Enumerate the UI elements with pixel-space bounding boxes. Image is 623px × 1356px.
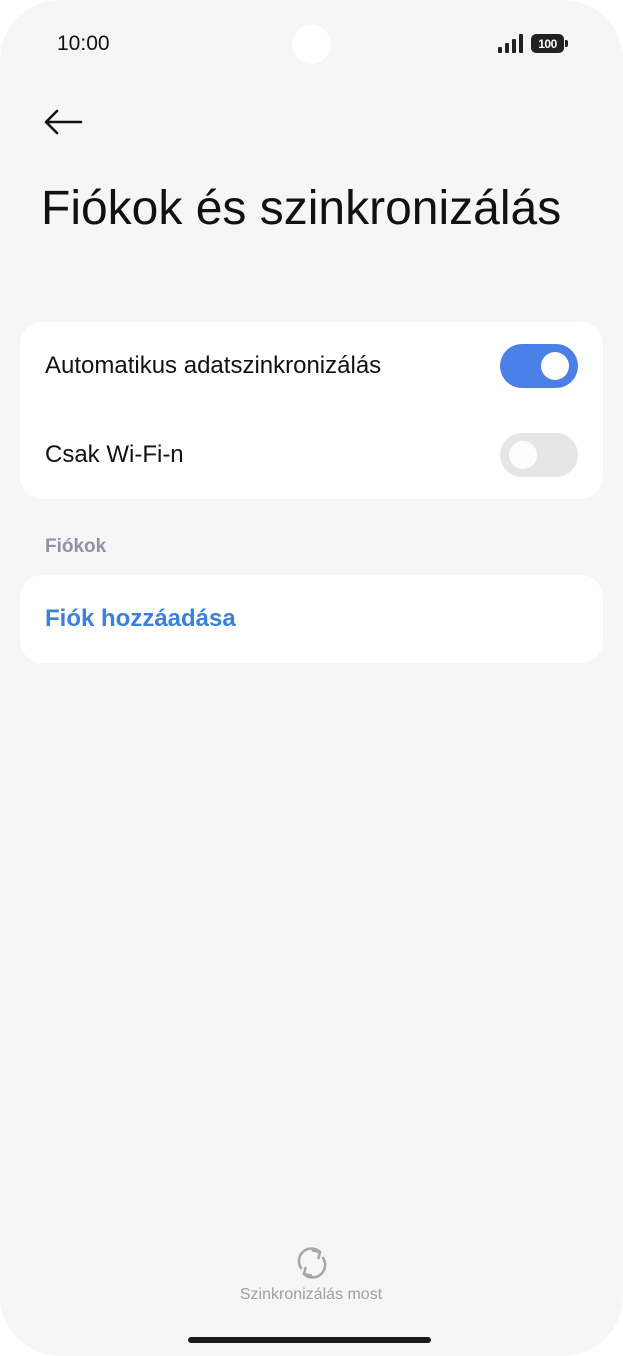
back-button[interactable] <box>38 100 88 144</box>
auto-sync-row[interactable]: Automatikus adatszinkronizálás <box>20 322 603 410</box>
wifi-only-toggle[interactable] <box>500 433 578 477</box>
status-time: 10:00 <box>57 32 110 55</box>
accounts-section-header: Fiókok <box>45 536 107 557</box>
sync-now-button[interactable]: Szinkronizálás most <box>211 1242 411 1312</box>
home-indicator[interactable] <box>188 1337 431 1343</box>
wifi-only-row[interactable]: Csak Wi-Fi-n <box>20 411 603 499</box>
toggle-knob <box>509 441 537 469</box>
toggle-knob <box>541 352 569 380</box>
refresh-icon <box>297 1247 327 1279</box>
sync-now-label: Szinkronizálás most <box>239 1286 383 1303</box>
auto-sync-toggle[interactable] <box>500 344 578 388</box>
camera-cutout <box>292 25 331 64</box>
arrow-left-icon <box>44 109 83 135</box>
auto-sync-label: Automatikus adatszinkronizálás <box>45 352 382 379</box>
add-account-button[interactable]: Fiók hozzáadása <box>45 575 236 663</box>
sync-settings-card: Automatikus adatszinkronizálás Csak Wi-F… <box>20 322 603 499</box>
accounts-card: Fiók hozzáadása <box>20 575 603 663</box>
battery-level: 100 <box>538 36 557 51</box>
signal-icon <box>498 34 523 53</box>
battery-icon: 100 <box>531 34 568 53</box>
wifi-only-label: Csak Wi-Fi-n <box>45 441 184 468</box>
page-title: Fiókok és szinkronizálás <box>41 182 562 235</box>
phone-screen: 10:00 100 Fiókok és szinkronizálás Autom… <box>0 0 623 1356</box>
